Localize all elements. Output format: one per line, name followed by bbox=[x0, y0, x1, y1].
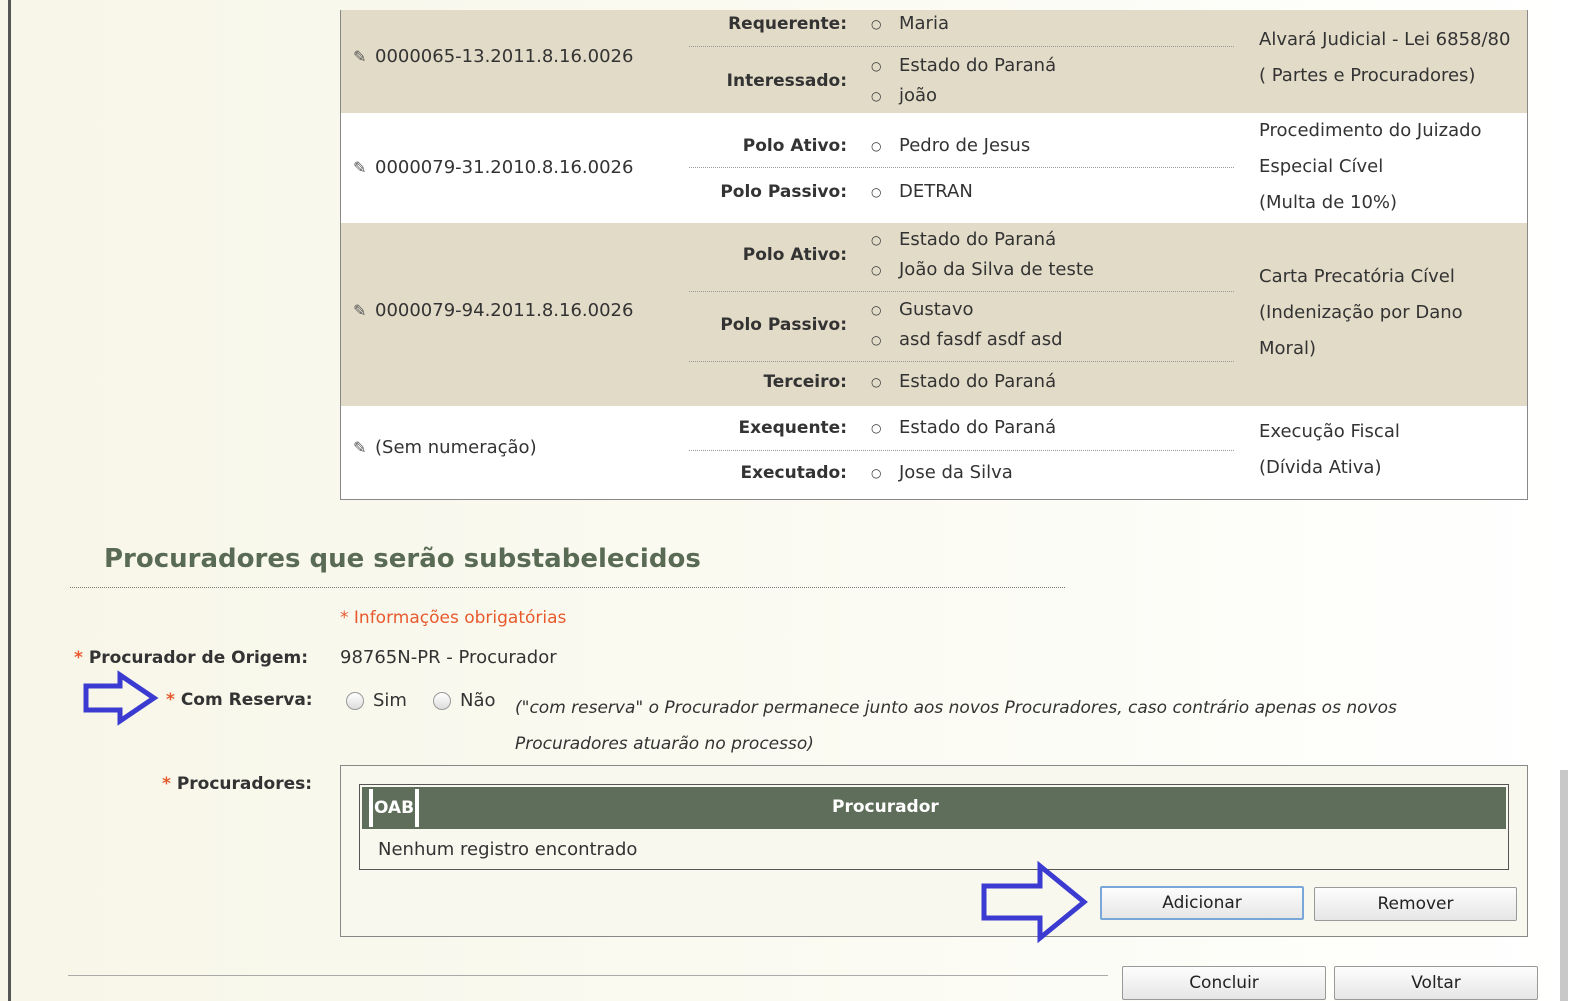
party-role: Polo Passivo: bbox=[720, 315, 847, 335]
column-header-procurador[interactable]: Procurador bbox=[832, 797, 939, 817]
required-star: * bbox=[166, 690, 175, 710]
party-name: ○ DETRAN bbox=[871, 181, 973, 202]
concluir-button[interactable]: Concluir bbox=[1122, 966, 1326, 1000]
reserva-hint: ("com reserva" o Procurador permanece ju… bbox=[515, 698, 1397, 754]
reserva-nao-radio[interactable]: Não bbox=[433, 690, 496, 711]
process-description: Alvará Judicial - Lei 6858/80 ( Partes e… bbox=[1259, 29, 1511, 86]
pencil-icon: ✎ bbox=[353, 438, 367, 457]
party-name: ○ Estado do Paraná bbox=[871, 55, 1057, 76]
required-note: * Informações obrigatórias bbox=[340, 608, 567, 628]
process-number[interactable]: 0000079-94.2011.8.16.0026 bbox=[375, 300, 633, 321]
party-name: ○ Pedro de Jesus bbox=[871, 135, 1031, 156]
pencil-icon: ✎ bbox=[353, 301, 367, 320]
section-title: Procuradores que serão substabelecidos bbox=[104, 544, 701, 574]
procuradores-table: OAB Procurador Nenhum registro encontrad… bbox=[359, 784, 1509, 870]
party-name: ○ Gustavo bbox=[871, 299, 974, 320]
process-number-link[interactable]: ✎ (Sem numeração) bbox=[353, 437, 537, 458]
page-left-border bbox=[8, 0, 11, 1001]
party-divider bbox=[689, 450, 1234, 451]
origem-value: 98765N-PR - Procurador bbox=[340, 647, 557, 668]
party-name: ○ Estado do Paraná bbox=[871, 417, 1057, 438]
party-role: Exequente: bbox=[738, 418, 847, 438]
table-header: OAB Procurador bbox=[362, 787, 1506, 829]
reserva-sim-radio[interactable]: Sim bbox=[346, 690, 407, 711]
process-number-link[interactable]: ✎ 0000079-31.2010.8.16.0026 bbox=[353, 157, 633, 178]
process-row[interactable]: ✎ 0000079-94.2011.8.16.0026 Polo Ativo: ○… bbox=[341, 223, 1527, 406]
party-role: Terceiro: bbox=[763, 372, 847, 392]
bottom-divider bbox=[68, 975, 1108, 976]
party-role: Executado: bbox=[740, 463, 847, 483]
pencil-icon: ✎ bbox=[353, 158, 367, 177]
process-description: Carta Precatória Cível (Indenização por … bbox=[1259, 266, 1463, 359]
process-number[interactable]: 0000065-13.2011.8.16.0026 bbox=[375, 46, 633, 67]
party-divider bbox=[689, 291, 1234, 292]
process-row[interactable]: ✎ 0000079-31.2010.8.16.0026 Polo Ativo: ○… bbox=[341, 113, 1527, 223]
party-name: ○ Maria bbox=[871, 13, 949, 34]
voltar-button[interactable]: Voltar bbox=[1334, 966, 1538, 1000]
blue-arrow-icon bbox=[981, 860, 1088, 944]
column-header-oab[interactable]: OAB bbox=[369, 789, 419, 827]
party-role: Polo Ativo: bbox=[742, 136, 847, 156]
party-name: ○ asd fasdf asdf asd bbox=[871, 329, 1063, 350]
blue-arrow-icon bbox=[83, 670, 159, 726]
party-role: Requerente: bbox=[728, 14, 847, 34]
party-name: ○ Estado do Paraná bbox=[871, 229, 1057, 250]
required-star: * bbox=[162, 774, 171, 794]
pencil-icon: ✎ bbox=[353, 47, 367, 66]
process-number-link[interactable]: ✎ 0000079-94.2011.8.16.0026 bbox=[353, 300, 633, 321]
adicionar-button[interactable]: Adicionar bbox=[1100, 886, 1304, 920]
party-role: Interessado: bbox=[726, 71, 847, 91]
party-name: ○ Estado do Paraná bbox=[871, 371, 1057, 392]
scrollbar-thumb[interactable] bbox=[1560, 770, 1568, 1001]
party-divider bbox=[689, 167, 1234, 168]
process-number[interactable]: (Sem numeração) bbox=[375, 437, 537, 458]
party-divider bbox=[689, 46, 1234, 47]
party-name: ○ joão bbox=[871, 85, 938, 106]
party-role: Polo Passivo: bbox=[720, 182, 847, 202]
origem-label: * Procurador de Origem: bbox=[74, 648, 309, 668]
reserva-label: * Com Reserva: bbox=[166, 690, 313, 710]
process-number-link[interactable]: ✎ 0000065-13.2011.8.16.0026 bbox=[353, 46, 633, 67]
remover-button[interactable]: Remover bbox=[1314, 887, 1517, 921]
party-role: Polo Ativo: bbox=[742, 245, 847, 265]
section-divider bbox=[70, 587, 1065, 588]
process-table: ✎ 0000065-13.2011.8.16.0026 Requerente: ○… bbox=[340, 10, 1528, 500]
party-name: ○ João da Silva de teste bbox=[871, 259, 1094, 280]
process-description: Procedimento do Juizado Especial Cível (… bbox=[1259, 120, 1482, 213]
required-star: * bbox=[74, 648, 83, 668]
party-divider bbox=[689, 361, 1234, 362]
radio-button[interactable] bbox=[346, 692, 364, 710]
radio-button[interactable] bbox=[433, 692, 451, 710]
process-row[interactable]: ✎ 0000065-13.2011.8.16.0026 Requerente: ○… bbox=[341, 10, 1527, 113]
party-name: ○ Jose da Silva bbox=[871, 462, 1013, 483]
process-description: Execução Fiscal (Dívida Ativa) bbox=[1259, 421, 1400, 478]
procuradores-label: * Procuradores: bbox=[162, 774, 313, 794]
empty-message: Nenhum registro encontrado bbox=[378, 839, 638, 860]
process-row[interactable]: ✎ (Sem numeração) Exequente: ○ Estado do P… bbox=[341, 406, 1527, 499]
process-number[interactable]: 0000079-31.2010.8.16.0026 bbox=[375, 157, 633, 178]
